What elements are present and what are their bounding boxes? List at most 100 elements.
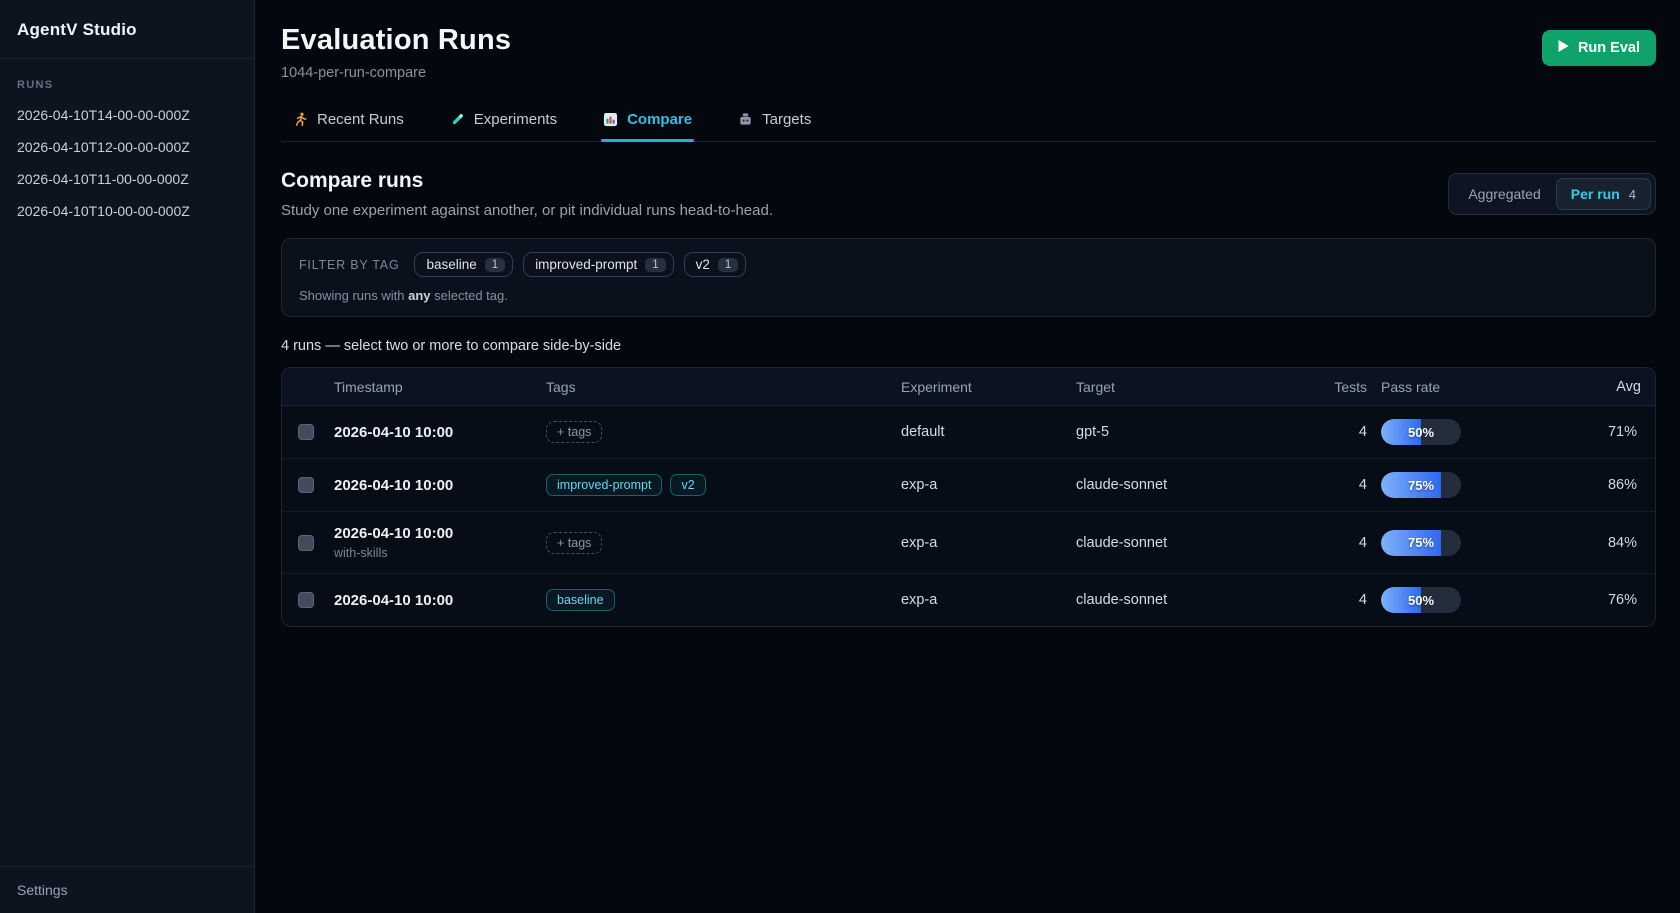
toggle-option-label: Per run [1571, 186, 1620, 202]
column-header-timestamp: Timestamp [334, 379, 546, 395]
run-count-line: 4 runs — select two or more to compare s… [281, 338, 1656, 354]
timestamp-cell: 2026-04-10 10:00 with-skills [334, 525, 546, 560]
tab-label: Targets [762, 111, 811, 128]
tab-label: Experiments [474, 111, 557, 128]
timestamp-cell: 2026-04-10 10:00 [334, 424, 546, 441]
pass-rate-bar: 75% [1381, 472, 1461, 498]
tests-value: 4 [1306, 424, 1381, 440]
target-value: gpt-5 [1076, 424, 1306, 440]
row-checkbox[interactable] [298, 592, 314, 608]
filter-row: FILTER BY TAG baseline1improved-prompt1v… [299, 252, 1638, 277]
avg-value: 84% [1581, 535, 1655, 551]
toggle-option-aggregated[interactable]: Aggregated [1453, 178, 1555, 210]
run-subtitle: with-skills [334, 546, 546, 560]
tags-cell: + tags [546, 532, 901, 554]
filter-tag-name: improved-prompt [535, 257, 637, 272]
tag-pill-v2[interactable]: v2 [670, 474, 705, 496]
runner-icon [293, 112, 308, 127]
experiment-value: exp-a [901, 535, 1076, 551]
row-checkbox[interactable] [298, 424, 314, 440]
column-header-tests: Tests [1306, 379, 1381, 395]
experiment-value: exp-a [901, 592, 1076, 608]
app-window: AgentV Studio RUNS 2026-04-10T14-00-00-0… [0, 0, 1680, 913]
tab-label: Compare [627, 111, 692, 128]
tab-recent-runs[interactable]: Recent Runs [291, 111, 406, 141]
toggle-option-label: Aggregated [1468, 186, 1540, 202]
checkbox-cell [282, 535, 334, 551]
sidebar-run-item[interactable]: 2026-04-10T11-00-00-000Z [0, 163, 254, 195]
table-row[interactable]: 2026-04-10 10:00baselineexp-aclaude-sonn… [282, 574, 1655, 626]
tab-compare[interactable]: Compare [601, 111, 694, 141]
page-title: Evaluation Runs [281, 24, 511, 57]
filter-note-suffix: selected tag. [431, 288, 508, 303]
tab-experiments[interactable]: Experiments [448, 111, 559, 141]
run-timestamp: 2026-04-10 10:00 [334, 424, 546, 441]
run-timestamp: 2026-04-10 10:00 [334, 477, 546, 494]
table-body: 2026-04-10 10:00+ tagsdefaultgpt-5450%71… [282, 406, 1655, 626]
compare-description: Study one experiment against another, or… [281, 202, 773, 219]
sidebar-run-item[interactable]: 2026-04-10T14-00-00-000Z [0, 99, 254, 131]
filter-tag-list: baseline1improved-prompt1v21 [414, 252, 746, 277]
checkbox-cell [282, 424, 334, 440]
toggle-option-count: 4 [1629, 187, 1636, 202]
tags-cell: baseline [546, 589, 901, 611]
table-row[interactable]: 2026-04-10 10:00+ tagsdefaultgpt-5450%71… [282, 406, 1655, 459]
pass-rate-label: 50% [1381, 419, 1461, 445]
column-header-pass-rate: Pass rate [1381, 379, 1581, 395]
column-header-experiment: Experiment [901, 379, 1076, 395]
main-content: Evaluation Runs 1044-per-run-compare Run… [255, 0, 1680, 913]
filter-tag-count: 1 [485, 258, 505, 272]
pass-rate-bar: 50% [1381, 587, 1461, 613]
sidebar-run-item[interactable]: 2026-04-10T10-00-00-000Z [0, 195, 254, 227]
view-mode-toggle: Aggregated Per run 4 [1448, 173, 1656, 215]
robot-icon [738, 112, 753, 127]
tag-pill-baseline[interactable]: baseline [546, 589, 615, 611]
filter-tag-improved-prompt[interactable]: improved-prompt1 [523, 252, 673, 277]
runs-section-label: RUNS [0, 69, 254, 99]
row-checkbox[interactable] [298, 535, 314, 551]
play-icon [1558, 40, 1569, 56]
run-eval-label: Run Eval [1578, 40, 1640, 56]
page-subtitle: 1044-per-run-compare [281, 65, 511, 81]
sidebar-item-settings[interactable]: Settings [0, 866, 254, 913]
sidebar: AgentV Studio RUNS 2026-04-10T14-00-00-0… [0, 0, 255, 913]
target-value: claude-sonnet [1076, 477, 1306, 493]
sidebar-runs-section: RUNS 2026-04-10T14-00-00-000Z2026-04-10T… [0, 59, 254, 866]
tags-cell: improved-prompt v2 [546, 474, 901, 496]
timestamp-cell: 2026-04-10 10:00 [334, 592, 546, 609]
experiment-value: default [901, 424, 1076, 440]
filter-tag-v2[interactable]: v21 [684, 252, 747, 277]
filter-note: Showing runs with any selected tag. [299, 288, 1638, 303]
column-header-tags: Tags [546, 379, 901, 395]
row-checkbox[interactable] [298, 477, 314, 493]
compare-heading: Compare runs [281, 169, 773, 193]
filter-label: FILTER BY TAG [299, 258, 399, 272]
run-list: 2026-04-10T14-00-00-000Z2026-04-10T12-00… [0, 99, 254, 227]
add-tags-button[interactable]: + tags [546, 532, 602, 554]
run-timestamp: 2026-04-10 10:00 [334, 525, 546, 542]
tags-cell: + tags [546, 421, 901, 443]
pass-rate-label: 50% [1381, 587, 1461, 613]
page-header-titles: Evaluation Runs 1044-per-run-compare [281, 24, 511, 81]
table-row[interactable]: 2026-04-10 10:00improved-promptv2exp-acl… [282, 459, 1655, 512]
pass-rate-label: 75% [1381, 472, 1461, 498]
tag-pill-improved-prompt[interactable]: improved-prompt [546, 474, 662, 496]
sidebar-run-item[interactable]: 2026-04-10T12-00-00-000Z [0, 131, 254, 163]
filter-tag-baseline[interactable]: baseline1 [414, 252, 513, 277]
add-tags-button[interactable]: + tags [546, 421, 602, 443]
tests-value: 4 [1306, 592, 1381, 608]
tests-value: 4 [1306, 535, 1381, 551]
tab-targets[interactable]: Targets [736, 111, 813, 141]
filter-card: FILTER BY TAG baseline1improved-prompt1v… [281, 238, 1656, 317]
timestamp-cell: 2026-04-10 10:00 [334, 477, 546, 494]
column-header-target: Target [1076, 379, 1306, 395]
avg-value: 76% [1581, 592, 1655, 608]
toggle-option-per-run[interactable]: Per run 4 [1556, 178, 1651, 210]
pass-rate-cell: 75% [1381, 472, 1581, 498]
filter-tag-count: 1 [718, 258, 738, 272]
table-row[interactable]: 2026-04-10 10:00with-skills+ tagsexp-acl… [282, 512, 1655, 574]
checkbox-cell [282, 477, 334, 493]
run-eval-button[interactable]: Run Eval [1542, 30, 1656, 66]
pass-rate-cell: 50% [1381, 587, 1581, 613]
pass-rate-label: 75% [1381, 530, 1461, 556]
